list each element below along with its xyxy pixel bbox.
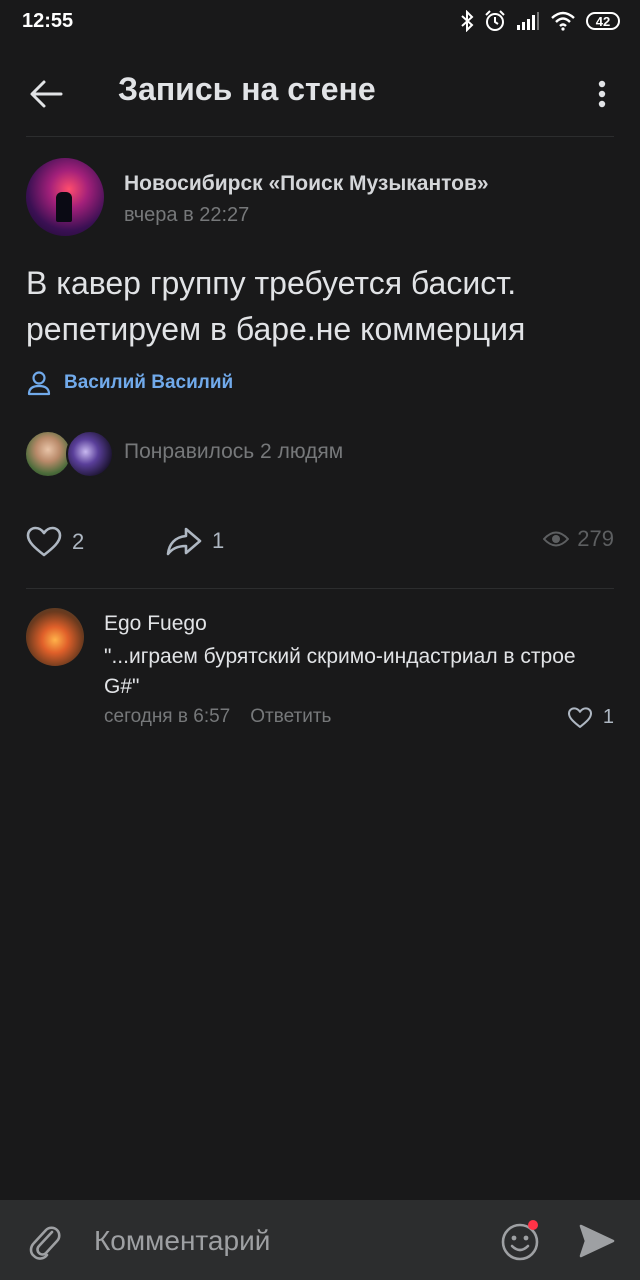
like-button[interactable]: 2	[26, 526, 84, 558]
share-icon	[166, 527, 202, 556]
group-name[interactable]: Новосибирск «Поиск Музыкантов»	[124, 172, 489, 196]
status-bar: 12:55 42	[0, 0, 640, 44]
notification-dot	[528, 1220, 538, 1230]
share-count: 1	[212, 528, 225, 553]
share-button[interactable]: 1	[166, 526, 224, 556]
eye-icon	[543, 531, 570, 547]
signer-name: Василий Василий	[64, 372, 234, 393]
comment-input[interactable]	[94, 1218, 474, 1264]
like-count: 2	[72, 529, 85, 554]
post-actions: 2 1 279	[26, 520, 614, 568]
emoji-button[interactable]	[496, 1218, 544, 1266]
likers-row[interactable]: Понравилось 2 людям	[24, 430, 526, 478]
attach-button[interactable]	[22, 1218, 68, 1264]
comment-author[interactable]: Ego Fuego	[104, 612, 207, 636]
comment-time: сегодня в 6:57	[104, 706, 231, 727]
post-time: вчера в 22:27	[124, 204, 250, 226]
avatar-figure	[56, 192, 72, 222]
post-text-line: В кавер группу требуется басист.	[26, 265, 517, 301]
user-icon	[27, 371, 51, 396]
status-time: 12:55	[22, 10, 74, 32]
header-divider	[26, 136, 614, 137]
likers-text: Понравилось 2 людям	[124, 440, 344, 463]
comment-like-button[interactable]: 1	[567, 706, 614, 729]
arrow-left-icon	[30, 80, 63, 108]
heart-icon	[567, 706, 592, 728]
view-count: 279	[577, 526, 614, 551]
post-text: В кавер группу требуется басист. репетир…	[26, 260, 616, 352]
back-button[interactable]	[22, 70, 70, 118]
reply-button[interactable]: Ответить	[250, 706, 331, 728]
comment-text: "...играем бурятский скримо-индастриал в…	[104, 645, 576, 698]
comment-composer	[0, 1200, 640, 1280]
page-title: Запись на стене	[118, 71, 376, 107]
comment-like-count: 1	[602, 706, 614, 728]
battery-level: 42	[595, 13, 611, 29]
signal-icon	[517, 12, 539, 30]
comment-avatar[interactable]	[26, 608, 84, 666]
comment-item: Ego Fuego "...играем бурятский скримо-ин…	[26, 606, 614, 736]
send-button[interactable]	[574, 1218, 620, 1264]
post-header: Новосибирск «Поиск Музыкантов» вчера в 2…	[26, 158, 614, 238]
views-counter: 279	[543, 526, 614, 552]
bluetooth-icon	[461, 10, 474, 32]
comments-divider	[26, 588, 614, 589]
comment-meta: сегодня в 6:57 Ответить	[104, 706, 331, 728]
post-text-line: репетируем в баре.не коммерция	[26, 311, 526, 347]
liker-avatar	[66, 430, 114, 478]
top-app-bar: Запись на стене	[0, 44, 640, 136]
battery-icon: 42	[586, 12, 620, 30]
send-icon	[579, 1224, 615, 1258]
alarm-icon	[485, 10, 505, 31]
group-avatar[interactable]	[26, 158, 104, 236]
heart-icon	[26, 526, 62, 557]
wifi-icon	[551, 11, 575, 31]
liker-avatar	[24, 430, 72, 478]
status-icons: 42	[460, 10, 620, 32]
more-vertical-icon	[598, 80, 606, 108]
post-signer[interactable]: Василий Василий	[26, 368, 233, 398]
more-options-button[interactable]	[582, 70, 622, 118]
paperclip-icon	[29, 1226, 61, 1260]
